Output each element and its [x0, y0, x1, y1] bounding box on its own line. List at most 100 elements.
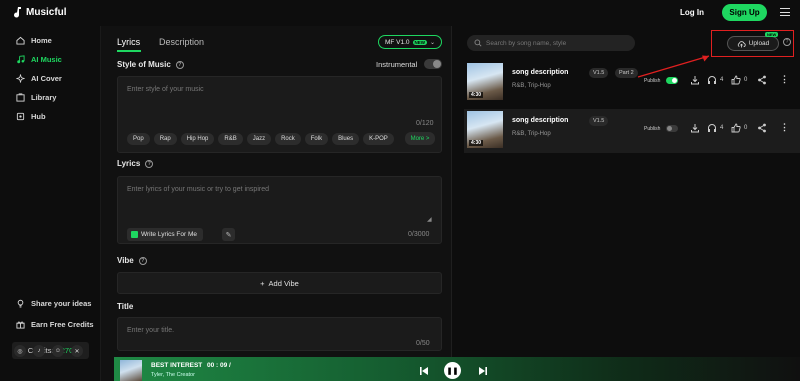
song-duration: 4:30: [469, 92, 484, 98]
more-styles-button[interactable]: More >: [405, 132, 435, 145]
active-tab-indicator: [117, 50, 141, 52]
search-input[interactable]: [486, 39, 626, 47]
more-options-icon[interactable]: ⋮: [780, 74, 789, 85]
top-bar: Musicful Log In Sign Up: [0, 0, 800, 26]
sidebar-item-label: AI Cover: [31, 74, 62, 83]
player-artwork[interactable]: [120, 360, 142, 381]
listen-count: 4: [720, 125, 724, 131]
style-tag[interactable]: Hip Hop: [180, 133, 215, 145]
player-track-title: BEST INTEREST: [151, 362, 203, 369]
publish-label: Publish: [644, 78, 661, 84]
previous-track-icon[interactable]: [419, 366, 429, 376]
style-tag[interactable]: Rock: [275, 133, 301, 145]
signup-button[interactable]: Sign Up: [722, 4, 767, 21]
highlight-box: [711, 30, 794, 57]
write-lyrics-label: Write Lyrics For Me: [141, 231, 197, 238]
edit-lyrics-icon[interactable]: ✎: [222, 228, 235, 241]
style-tag[interactable]: Jazz: [246, 133, 272, 145]
share-ideas-label: Share your ideas: [31, 299, 92, 308]
style-tag[interactable]: Rap: [153, 133, 177, 145]
instagram-icon[interactable]: ◎: [14, 345, 26, 357]
discord-icon[interactable]: ☺: [52, 345, 64, 357]
headphones-icon: [708, 76, 716, 84]
sidebar-item-label: AI Music: [31, 55, 62, 64]
title-placeholder: Enter your title.: [127, 327, 175, 334]
sidebar-item-label: Library: [31, 93, 57, 102]
add-vibe-button[interactable]: + Add Vibe: [117, 272, 442, 294]
headphones-icon: [708, 124, 716, 132]
plus-icon: +: [260, 278, 265, 288]
share-icon[interactable]: [757, 123, 767, 133]
song-title[interactable]: song description: [512, 69, 568, 76]
logo[interactable]: Musicful: [12, 6, 67, 18]
share-icon[interactable]: [757, 75, 767, 85]
instrumental-label: Instrumental: [376, 60, 418, 69]
cover-icon: [16, 74, 25, 83]
sidebar-item-library[interactable]: Library: [16, 93, 56, 102]
app-name: Musicful: [26, 6, 67, 18]
magic-wand-icon: [131, 231, 138, 238]
song-version: V1.5: [589, 116, 609, 126]
song-thumbnail[interactable]: 4:30: [467, 111, 503, 148]
login-link[interactable]: Log In: [680, 8, 704, 17]
more-options-icon[interactable]: ⋮: [780, 122, 789, 133]
player-bar: BEST INTEREST 00 : 09 / Tyler, The Creat…: [114, 357, 800, 381]
hamburger-menu-icon[interactable]: [780, 8, 790, 16]
x-icon[interactable]: ✕: [71, 345, 83, 357]
help-icon[interactable]: ?: [175, 60, 184, 69]
song-genre: R&B, Trip-Hop: [512, 131, 551, 137]
style-tag[interactable]: Folk: [304, 133, 329, 145]
title-input[interactable]: Enter your title. 0/50: [117, 317, 442, 351]
new-badge: NEW: [412, 39, 428, 45]
style-tags: Pop Rap Hip Hop R&B Jazz Rock Folk Blues…: [127, 133, 394, 145]
style-tag[interactable]: R&B: [218, 133, 243, 145]
music-icon: [17, 55, 25, 64]
thumbs-up-icon[interactable]: [731, 75, 741, 85]
listen-count: 4: [720, 77, 724, 83]
sidebar: Home AI Music AI Cover Library Hub Share…: [0, 26, 100, 381]
song-thumbnail[interactable]: 4:30: [467, 63, 503, 100]
lyrics-placeholder: Enter lyrics of your music or try to get…: [127, 186, 269, 193]
lightbulb-icon: [17, 299, 24, 308]
sidebar-item-home[interactable]: Home: [16, 36, 52, 45]
download-icon[interactable]: [690, 75, 700, 85]
tiktok-icon[interactable]: ♪: [33, 345, 45, 357]
tab-description[interactable]: Description: [159, 37, 204, 47]
earn-credits-link[interactable]: Earn Free Credits: [16, 320, 94, 329]
publish-label: Publish: [644, 126, 661, 132]
sidebar-item-ai-cover[interactable]: AI Cover: [16, 74, 62, 83]
help-icon[interactable]: ?: [138, 256, 147, 265]
title-label: Title: [117, 302, 134, 311]
publish-toggle[interactable]: [666, 77, 678, 84]
style-input[interactable]: Enter style of your music 0/120 Pop Rap …: [117, 76, 442, 153]
style-tag[interactable]: Pop: [127, 133, 150, 145]
player-artist: Tyler, The Creator: [151, 372, 195, 378]
download-icon[interactable]: [690, 123, 700, 133]
resize-handle-icon[interactable]: ◢: [427, 216, 432, 223]
song-row[interactable]: 4:30 song description V1.5 Part 2 R&B, T…: [464, 61, 800, 105]
help-icon[interactable]: ?: [145, 159, 154, 168]
song-duration: 4:30: [469, 140, 484, 146]
thumbs-up-icon[interactable]: [731, 123, 741, 133]
write-lyrics-button[interactable]: Write Lyrics For Me: [127, 228, 203, 241]
song-row[interactable]: 4:30 song description V1.5 R&B, Trip-Hop…: [464, 109, 800, 153]
tab-lyrics[interactable]: Lyrics: [117, 37, 140, 47]
model-selector[interactable]: MF V1.0 NEW ⌄: [378, 35, 442, 49]
share-ideas-link[interactable]: Share your ideas: [16, 299, 91, 308]
sidebar-item-label: Home: [31, 36, 52, 45]
style-label-row: Style of Music ?: [117, 60, 184, 69]
sidebar-item-ai-music[interactable]: AI Music: [16, 55, 62, 64]
song-title[interactable]: song description: [512, 117, 568, 124]
style-placeholder: Enter style of your music: [127, 86, 204, 93]
publish-toggle[interactable]: [666, 125, 678, 132]
instrumental-toggle[interactable]: [424, 59, 442, 69]
style-tag[interactable]: K-POP: [363, 133, 394, 145]
sidebar-item-hub[interactable]: Hub: [16, 112, 46, 121]
style-tag[interactable]: Blues: [332, 133, 360, 145]
search-icon: [474, 39, 482, 47]
pause-button[interactable]: ❚❚: [444, 362, 461, 379]
song-search[interactable]: [467, 35, 635, 51]
next-track-icon[interactable]: [478, 366, 488, 376]
lyrics-input[interactable]: Enter lyrics of your music or try to get…: [117, 176, 442, 244]
lyrics-label: Lyrics: [117, 159, 141, 168]
